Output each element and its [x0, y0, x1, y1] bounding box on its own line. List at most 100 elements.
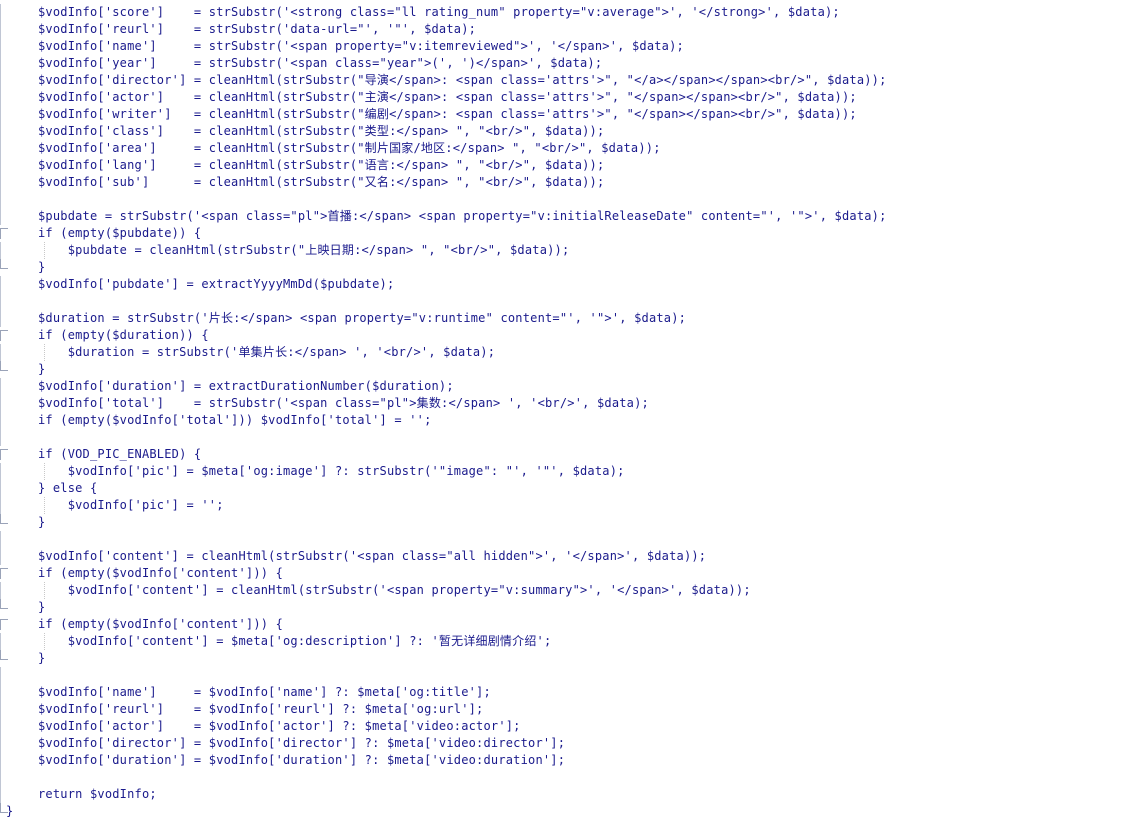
code-text: $vodInfo['director'] = cleanHtml(strSubs…	[38, 73, 887, 87]
code-line[interactable]: if (empty($duration)) {	[0, 327, 1141, 344]
code-line[interactable]: if (empty($vodInfo['content'])) {	[0, 616, 1141, 633]
fold-guide	[0, 72, 8, 89]
code-text: $vodInfo['class'] = cleanHtml(strSubstr(…	[38, 124, 605, 138]
code-text: $vodInfo['name'] = strSubstr('<span prop…	[38, 39, 684, 53]
code-text: $vodInfo['actor'] = cleanHtml(strSubstr(…	[38, 90, 857, 104]
fold-guide	[0, 378, 8, 395]
code-line[interactable]: }	[0, 514, 1141, 531]
code-line[interactable]: $vodInfo['lang'] = cleanHtml(strSubstr("…	[0, 157, 1141, 174]
code-text: $vodInfo['duration'] = $vodInfo['duratio…	[38, 753, 566, 767]
code-line[interactable]: $vodInfo['writer'] = cleanHtml(strSubstr…	[0, 106, 1141, 123]
fold-guide	[0, 463, 8, 480]
code-line[interactable]: $vodInfo['year'] = strSubstr('<span clas…	[0, 55, 1141, 72]
code-line[interactable]	[0, 191, 1141, 208]
fold-guide	[0, 106, 8, 123]
code-text: $vodInfo['lang'] = cleanHtml(strSubstr("…	[38, 158, 605, 172]
code-line[interactable]: $vodInfo['reurl'] = strSubstr('data-url=…	[0, 21, 1141, 38]
code-line[interactable]: $vodInfo['actor'] = $vodInfo['actor'] ?:…	[0, 718, 1141, 735]
fold-guide	[0, 242, 8, 259]
fold-guide	[0, 480, 8, 497]
code-text: $vodInfo['duration'] = extractDurationNu…	[38, 379, 454, 393]
code-line[interactable]: return $vodInfo;	[0, 786, 1141, 803]
fold-guide	[0, 752, 8, 769]
code-line[interactable]: $vodInfo['pubdate'] = extractYyyyMmDd($p…	[0, 276, 1141, 293]
code-text: $vodInfo['sub'] = cleanHtml(strSubstr("又…	[38, 175, 605, 189]
code-text: $vodInfo['content'] = cleanHtml(strSubst…	[38, 583, 751, 597]
fold-guide	[0, 344, 8, 361]
code-line[interactable]	[0, 769, 1141, 786]
code-line[interactable]: $vodInfo['content'] = cleanHtml(strSubst…	[0, 548, 1141, 565]
code-text: $vodInfo['year'] = strSubstr('<span clas…	[38, 56, 603, 70]
code-line[interactable]: }	[0, 599, 1141, 616]
fold-guide	[0, 582, 8, 599]
code-line[interactable]: $vodInfo['area'] = cleanHtml(strSubstr("…	[0, 140, 1141, 157]
code-line[interactable]: if (empty($vodInfo['content'])) {	[0, 565, 1141, 582]
code-line[interactable]: $vodInfo['director'] = cleanHtml(strSubs…	[0, 72, 1141, 89]
code-line[interactable]: $pubdate = cleanHtml(strSubstr("上映日期:</s…	[0, 242, 1141, 259]
code-text: if (empty($vodInfo['content'])) {	[38, 566, 284, 580]
fold-toggle-icon[interactable]	[0, 449, 8, 460]
fold-end-marker	[0, 259, 8, 269]
fold-guide	[0, 191, 8, 208]
code-line[interactable]	[0, 293, 1141, 310]
code-text: }	[38, 362, 46, 376]
code-text: if (VOD_PIC_ENABLED) {	[38, 447, 202, 461]
fold-guide	[0, 208, 8, 225]
code-text: if (empty($vodInfo['content'])) {	[38, 617, 284, 631]
code-line[interactable]: $vodInfo['pic'] = '';	[0, 497, 1141, 514]
code-text: }	[38, 651, 46, 665]
code-line[interactable]: $vodInfo['score'] = strSubstr('<strong c…	[0, 4, 1141, 21]
code-line[interactable]: $vodInfo['name'] = $vodInfo['name'] ?: $…	[0, 684, 1141, 701]
code-text: }	[6, 804, 14, 818]
fold-guide	[0, 531, 8, 548]
code-line[interactable]: $vodInfo['reurl'] = $vodInfo['reurl'] ?:…	[0, 701, 1141, 718]
code-line[interactable]: $duration = strSubstr('单集片长:</span> ', '…	[0, 344, 1141, 361]
code-line[interactable]: }	[0, 803, 1141, 820]
code-line[interactable]: $vodInfo['actor'] = cleanHtml(strSubstr(…	[0, 89, 1141, 106]
code-line[interactable]: $vodInfo['content'] = cleanHtml(strSubst…	[0, 582, 1141, 599]
code-text: $vodInfo['actor'] = $vodInfo['actor'] ?:…	[38, 719, 521, 733]
fold-guide	[0, 310, 8, 327]
fold-toggle-icon[interactable]	[0, 330, 8, 341]
fold-guide	[0, 684, 8, 701]
code-text: $vodInfo['pic'] = '';	[38, 498, 224, 512]
code-line[interactable]: $vodInfo['duration'] = extractDurationNu…	[0, 378, 1141, 395]
fold-guide	[0, 174, 8, 191]
code-line[interactable]	[0, 531, 1141, 548]
code-text: $vodInfo['reurl'] = strSubstr('data-url=…	[38, 22, 477, 36]
code-text: $vodInfo['name'] = $vodInfo['name'] ?: $…	[38, 685, 491, 699]
code-line[interactable]: }	[0, 361, 1141, 378]
code-line[interactable]: $vodInfo['class'] = cleanHtml(strSubstr(…	[0, 123, 1141, 140]
code-line[interactable]	[0, 429, 1141, 446]
code-line[interactable]: $vodInfo['name'] = strSubstr('<span prop…	[0, 38, 1141, 55]
code-line[interactable]	[0, 667, 1141, 684]
fold-guide	[0, 769, 8, 786]
code-line[interactable]: }	[0, 650, 1141, 667]
code-editor[interactable]: $vodInfo['score'] = strSubstr('<strong c…	[0, 4, 1141, 831]
code-line[interactable]: $pubdate = strSubstr('<span class="pl">首…	[0, 208, 1141, 225]
code-text: $vodInfo['director'] = $vodInfo['directo…	[38, 736, 566, 750]
fold-guide	[0, 140, 8, 157]
code-line[interactable]: $duration = strSubstr('片长:</span> <span …	[0, 310, 1141, 327]
code-text: }	[38, 515, 46, 529]
code-line[interactable]: $vodInfo['duration'] = $vodInfo['duratio…	[0, 752, 1141, 769]
fold-guide	[0, 735, 8, 752]
fold-end-marker	[0, 361, 8, 371]
code-line[interactable]: if (empty($vodInfo['total'])) $vodInfo['…	[0, 412, 1141, 429]
code-line[interactable]: if (empty($pubdate)) {	[0, 225, 1141, 242]
code-line[interactable]: $vodInfo['sub'] = cleanHtml(strSubstr("又…	[0, 174, 1141, 191]
code-text: $vodInfo['content'] = $meta['og:descript…	[38, 634, 552, 648]
code-line[interactable]: $vodInfo['content'] = $meta['og:descript…	[0, 633, 1141, 650]
fold-toggle-icon[interactable]	[0, 619, 8, 630]
code-line[interactable]: $vodInfo['total'] = strSubstr('<span cla…	[0, 395, 1141, 412]
code-line[interactable]: if (VOD_PIC_ENABLED) {	[0, 446, 1141, 463]
code-line[interactable]: $vodInfo['director'] = $vodInfo['directo…	[0, 735, 1141, 752]
code-text: $pubdate = strSubstr('<span class="pl">首…	[38, 209, 887, 223]
fold-toggle-icon[interactable]	[0, 568, 8, 579]
code-line[interactable]: }	[0, 259, 1141, 276]
fold-end-marker	[0, 514, 8, 524]
fold-guide	[0, 786, 8, 803]
code-line[interactable]: $vodInfo['pic'] = $meta['og:image'] ?: s…	[0, 463, 1141, 480]
code-line[interactable]: } else {	[0, 480, 1141, 497]
fold-toggle-icon[interactable]	[0, 228, 8, 239]
